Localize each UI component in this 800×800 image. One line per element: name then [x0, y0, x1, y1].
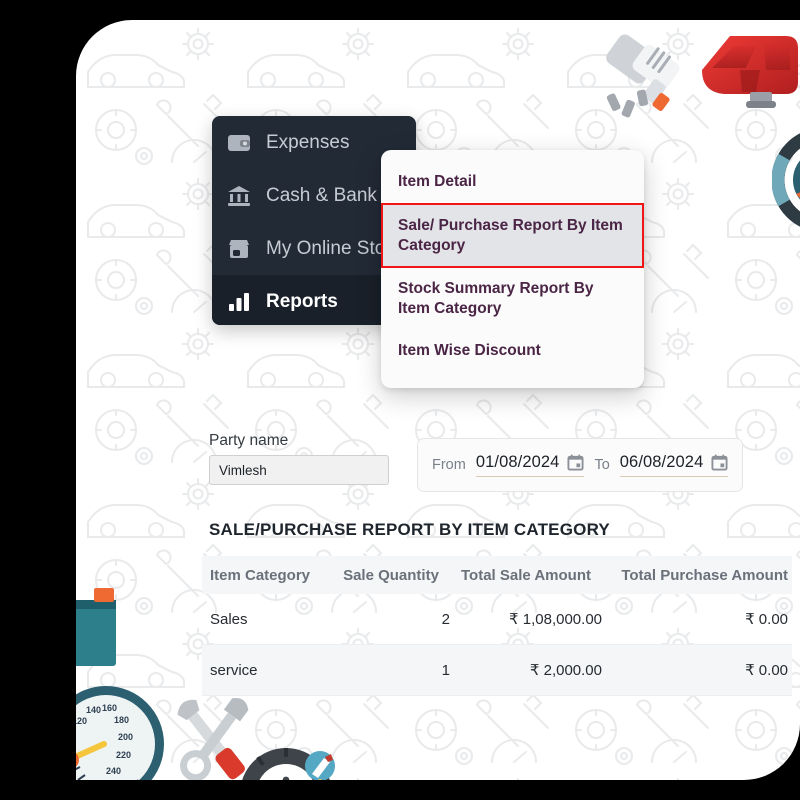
cell-total-sale-amount: ₹ 1,08,000.00: [509, 611, 602, 628]
calendar-icon[interactable]: [567, 454, 584, 471]
cell-total-purchase-amount: ₹ 0.00: [745, 611, 788, 628]
column-header-total-purchase-amount: Total Purchase Amount: [621, 566, 788, 584]
from-date-value: 01/08/2024: [475, 453, 560, 471]
to-date-value: 06/08/2024: [619, 453, 704, 471]
menu-item-sale-purchase-report-by-item-category[interactable]: Sale/ Purchase Report By Item Category: [381, 202, 644, 269]
cell-item-category: Sales: [210, 610, 248, 628]
calendar-icon[interactable]: [711, 454, 728, 471]
cell-total-sale-amount: ₹ 2,000.00: [529, 662, 602, 679]
cell-total-purchase-amount: ₹ 0.00: [745, 662, 788, 679]
sidebar-item-label: Cash & Bank: [266, 184, 377, 206]
sidebar-item-label: Expenses: [266, 131, 350, 153]
store-icon: [226, 236, 252, 262]
table-row[interactable]: Sales 2 ₹ 1,08,000.00 ₹ 0.00: [202, 594, 792, 645]
party-name-field-group: Party name: [209, 432, 389, 485]
app-canvas: 120 140 160 180 200 220 240 Expenses Cas…: [76, 20, 800, 780]
column-header-item-category: Item Category: [210, 566, 311, 584]
table-row[interactable]: service 1 ₹ 2,000.00 ₹ 0.00: [202, 645, 792, 696]
reports-dropdown-menu: Item Detail Sale/ Purchase Report By Ite…: [381, 150, 644, 388]
cell-sale-quantity: 1: [441, 661, 450, 679]
screenshot-root: 120 140 160 180 200 220 240 Expenses Cas…: [0, 0, 800, 800]
bank-icon: [226, 183, 252, 209]
sidebar-item-label: Reports: [266, 290, 338, 312]
from-date-field[interactable]: 01/08/2024: [475, 453, 585, 477]
column-header-sale-quantity: Sale Quantity: [343, 566, 439, 584]
cell-item-category: service: [210, 661, 258, 679]
report-table: Item Category Sale Quantity Total Sale A…: [202, 556, 792, 696]
menu-item-item-detail[interactable]: Item Detail: [381, 161, 644, 203]
party-name-label: Party name: [209, 432, 289, 449]
menu-item-item-wise-discount[interactable]: Item Wise Discount: [381, 330, 644, 372]
to-label: To: [594, 457, 610, 473]
from-label: From: [432, 457, 466, 473]
party-name-input[interactable]: [209, 455, 389, 485]
menu-item-stock-summary-report-by-item-category[interactable]: Stock Summary Report By Item Category: [381, 268, 644, 330]
date-range-picker: From 01/08/2024 To 06/08/2024: [417, 438, 744, 492]
column-header-total-sale-amount: Total Sale Amount: [460, 566, 591, 584]
to-date-field[interactable]: 06/08/2024: [619, 453, 729, 477]
cell-sale-quantity: 2: [441, 610, 450, 628]
filter-bar: Party name From 01/08/2024: [209, 432, 744, 492]
table-header-row: Item Category Sale Quantity Total Sale A…: [202, 556, 792, 594]
report-title: SALE/PURCHASE REPORT BY ITEM CATEGORY: [209, 520, 610, 539]
wallet-icon: [226, 130, 252, 156]
bar-chart-icon: [226, 289, 252, 315]
